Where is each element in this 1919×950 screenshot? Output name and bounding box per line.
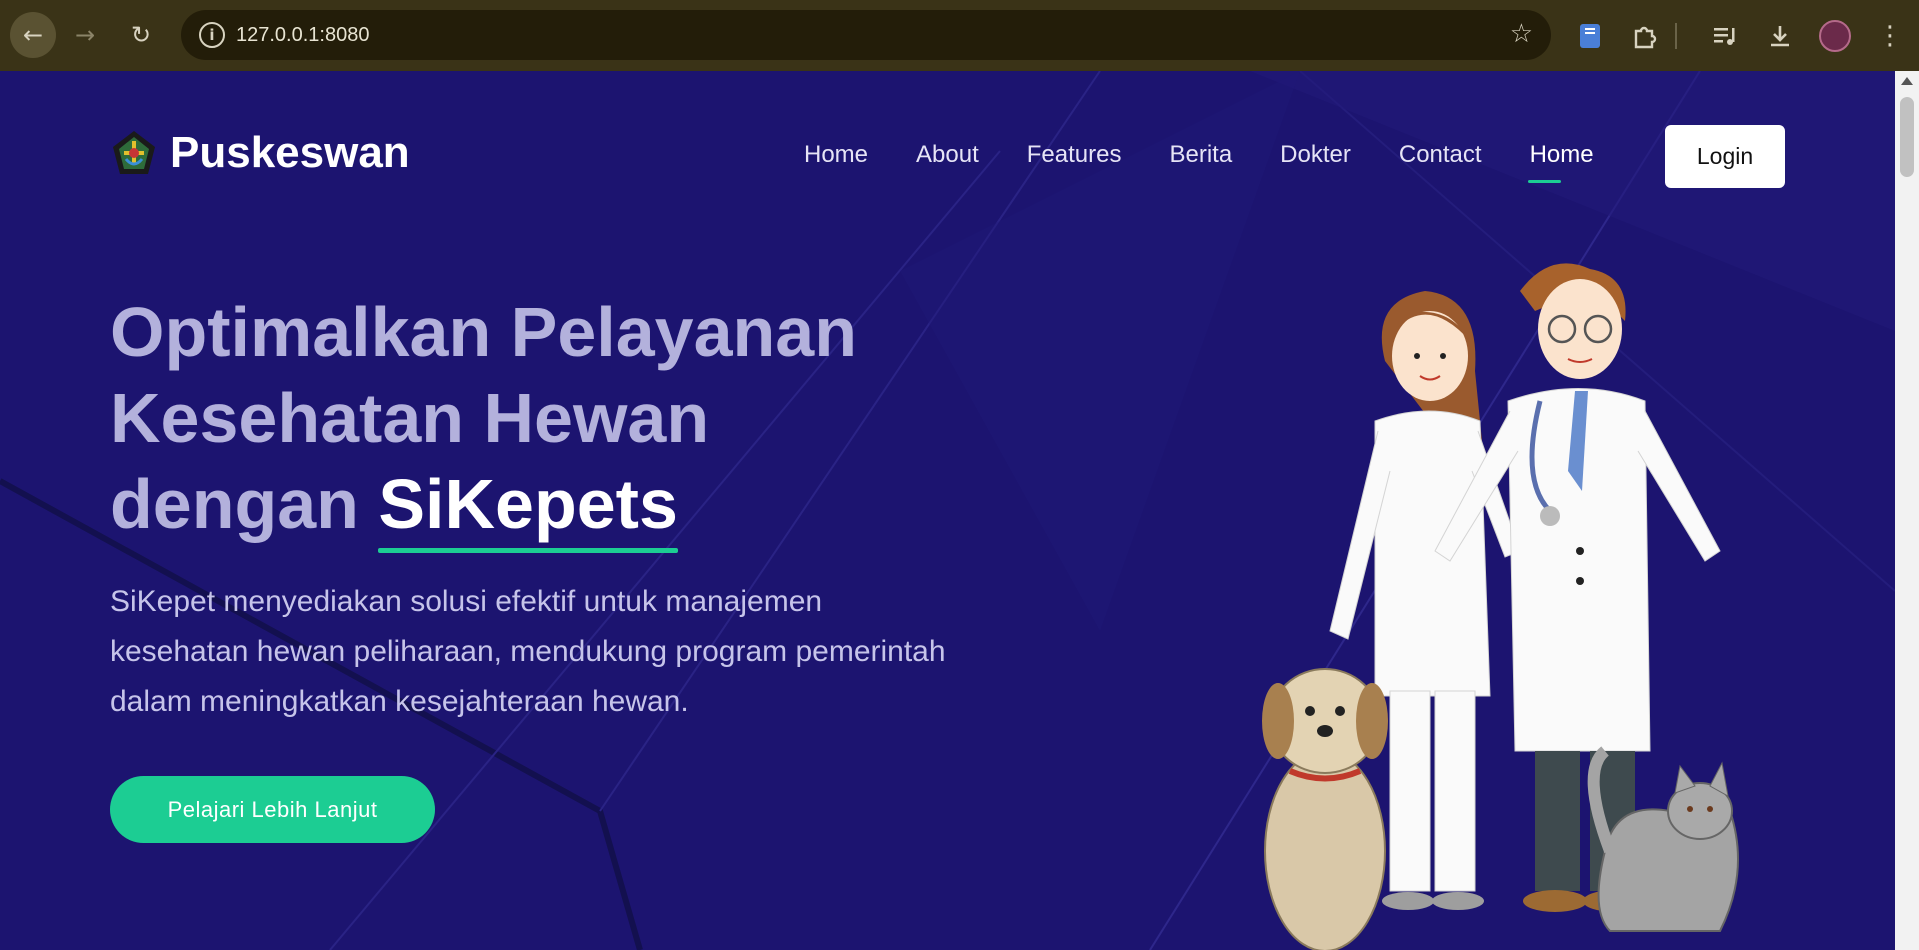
hero-title-line-3: dengan	[110, 465, 379, 543]
toolbar-divider	[1675, 23, 1677, 49]
browser-toolbar: ← → ↻ i 127.0.0.1:8080 ☆ ⋮	[0, 0, 1919, 71]
download-icon[interactable]	[1760, 16, 1800, 56]
hero-title-highlight: SiKepets	[378, 461, 678, 553]
nav-item-features[interactable]: Features	[1027, 141, 1122, 169]
brand-name: Puskeswan	[170, 128, 410, 177]
nav-item-about[interactable]: About	[916, 141, 979, 169]
landing-page: Puskeswan Home About Features Berita Dok…	[0, 71, 1895, 950]
scrollbar-thumb[interactable]	[1900, 97, 1914, 177]
nav-item-home[interactable]: Home	[804, 141, 868, 169]
hero-description: SiKepet menyediakan solusi efektif untuk…	[110, 585, 946, 718]
menu-icon[interactable]: ⋮	[1870, 16, 1910, 56]
reload-icon[interactable]: ↻	[118, 12, 164, 58]
dog-figure	[1262, 668, 1388, 950]
page-scrollbar[interactable]	[1895, 71, 1919, 950]
forward-arrow-icon[interactable]: →	[62, 12, 108, 58]
main-nav: Home About Features Berita Dokter Contac…	[804, 141, 1594, 183]
hero-title-line-1: Optimalkan Pelayanan	[110, 293, 857, 371]
bookmark-icon[interactable]	[1570, 16, 1610, 56]
profile-avatar[interactable]	[1815, 16, 1855, 56]
nav-item-home-active[interactable]: Home	[1527, 141, 1594, 183]
site-logo[interactable]: Puskeswan	[110, 128, 410, 178]
extensions-icon[interactable]	[1625, 16, 1665, 56]
media-icon[interactable]	[1705, 16, 1745, 56]
nav-item-contact[interactable]: Contact	[1399, 141, 1482, 169]
vet-team-illustration	[1262, 263, 1739, 950]
login-button[interactable]: Login	[1665, 125, 1785, 188]
site-info-icon[interactable]: i	[199, 22, 225, 48]
back-arrow-icon[interactable]: ←	[10, 12, 56, 58]
scroll-up-icon[interactable]	[1901, 77, 1913, 85]
emblem-icon	[113, 131, 155, 174]
url-text[interactable]: 127.0.0.1:8080	[236, 24, 369, 47]
hero-title-line-2: Kesehatan Hewan	[110, 379, 710, 457]
hero-title: Optimalkan Pelayanan Kesehatan Hewan denga…	[110, 289, 970, 553]
address-bar[interactable]: i 127.0.0.1:8080 ☆	[181, 10, 1551, 60]
learn-more-button[interactable]: Pelajari Lebih Lanjut	[110, 776, 435, 843]
star-icon[interactable]: ☆	[1510, 19, 1533, 49]
nav-item-dokter[interactable]: Dokter	[1280, 141, 1351, 169]
nav-item-berita[interactable]: Berita	[1169, 141, 1232, 169]
